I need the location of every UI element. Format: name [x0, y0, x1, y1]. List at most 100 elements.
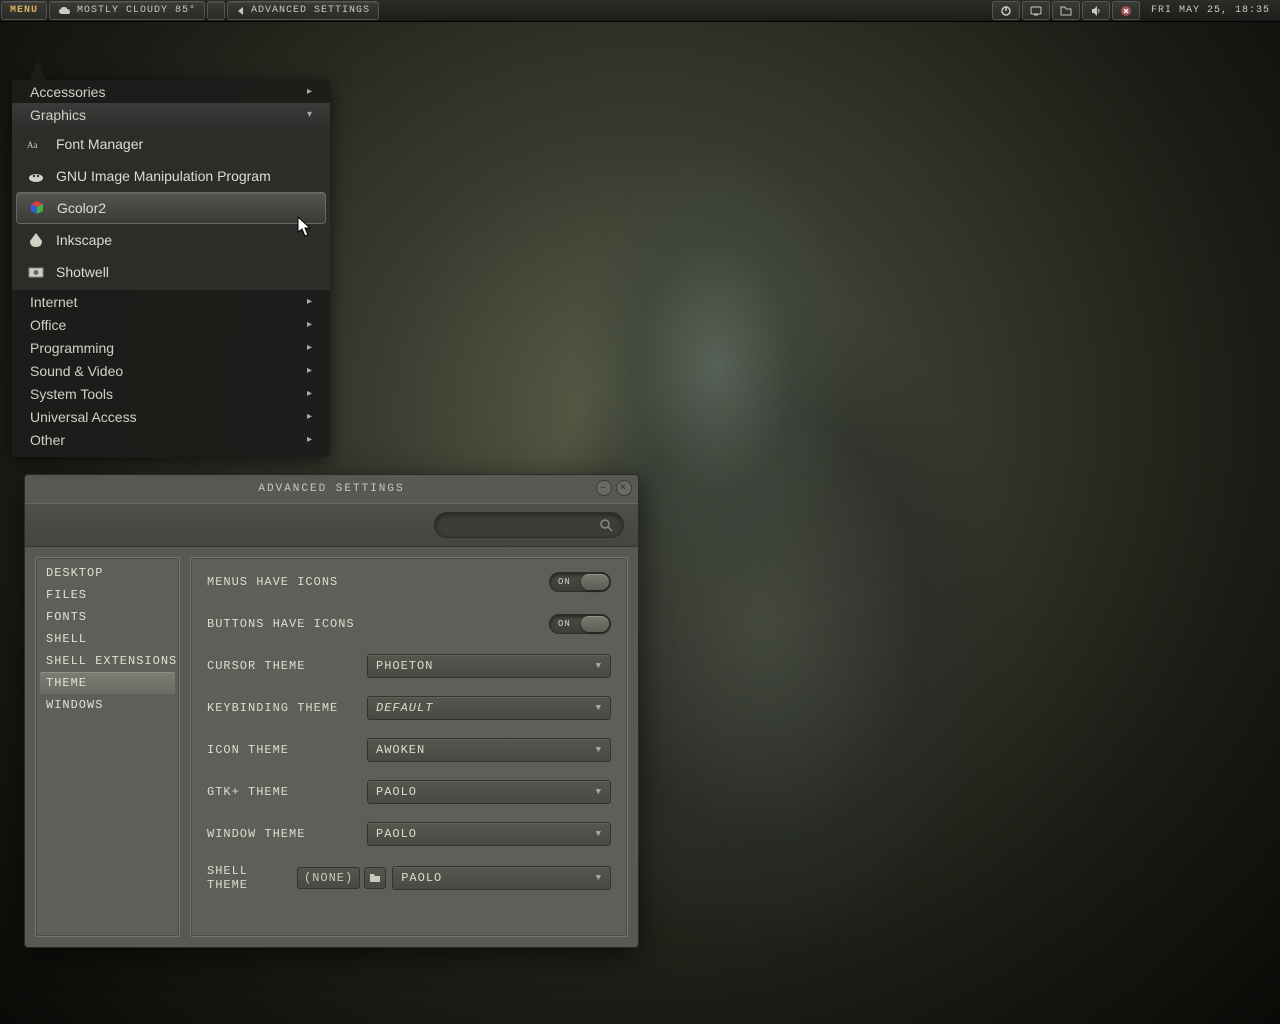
menu-category-label: Programming [30, 340, 114, 356]
back-icon [236, 6, 246, 16]
window-toolbar [25, 503, 638, 547]
toggle-menus-icons[interactable]: ON [549, 572, 611, 592]
sidebar-item-windows[interactable]: Windows [40, 694, 175, 716]
chevron-down-icon: ▼ [596, 745, 602, 755]
font-icon: Aa [26, 134, 46, 154]
taskbar-item-advanced-settings[interactable]: ADVANCED SETTINGS [227, 1, 379, 20]
top-panel: MENU MOSTLY CLOUDY 85° ADVANCED SETTINGS… [0, 0, 1280, 22]
menu-category-label: Internet [30, 294, 77, 310]
advanced-settings-window: ADVANCED SETTINGS – × Desktop Files Font… [24, 474, 639, 948]
combo-value: paolo [401, 871, 442, 885]
combo-value: Default [376, 701, 433, 715]
folder-icon [369, 873, 381, 883]
clock-text: FRI MAY 25, 18:35 [1151, 5, 1270, 16]
gimp-icon [26, 166, 46, 186]
menu-category-label: Universal Access [30, 409, 137, 425]
window-title: ADVANCED SETTINGS [258, 483, 404, 495]
setting-label: Icon theme [207, 743, 367, 757]
chevron-right-icon: ▸ [307, 365, 312, 376]
sidebar-item-shell[interactable]: Shell [40, 628, 175, 650]
menu-category-label: Accessories [30, 84, 105, 100]
sidebar-item-fonts[interactable]: Fonts [40, 606, 175, 628]
menu-button[interactable]: MENU [1, 1, 47, 20]
toggle-buttons-icons[interactable]: ON [549, 614, 611, 634]
chevron-down-icon: ▾ [307, 109, 312, 120]
menu-category-other[interactable]: Other ▸ [12, 428, 330, 451]
app-shotwell[interactable]: Shotwell [12, 256, 330, 288]
combo-gtk-theme[interactable]: paolo ▼ [367, 780, 611, 804]
menu-category-graphics[interactable]: Graphics ▾ [12, 103, 330, 126]
menu-category-label: Office [30, 317, 66, 333]
combo-icon-theme[interactable]: awoken ▼ [367, 738, 611, 762]
sidebar-item-files[interactable]: Files [40, 584, 175, 606]
app-label: Font Manager [56, 136, 143, 152]
toggle-knob [581, 574, 609, 590]
files-tray-icon[interactable] [1052, 1, 1080, 20]
combo-keybinding-theme[interactable]: Default ▼ [367, 696, 611, 720]
application-menu: Accessories ▸ Graphics ▾ Aa Font Manager… [12, 80, 330, 457]
menu-label: MENU [10, 5, 38, 16]
taskbar-separator [207, 1, 225, 20]
taskbar-item-label: ADVANCED SETTINGS [251, 5, 370, 16]
sidebar-item-shell-extensions[interactable]: Shell Extensions [40, 650, 175, 672]
chevron-right-icon: ▸ [307, 319, 312, 330]
toggle-knob [581, 616, 609, 632]
cube-icon [27, 198, 47, 218]
menu-category-universal-access[interactable]: Universal Access ▸ [12, 405, 330, 428]
app-inkscape[interactable]: Inkscape [12, 224, 330, 256]
none-label: (None) [304, 871, 353, 885]
app-gimp[interactable]: GNU Image Manipulation Program [12, 160, 330, 192]
menu-category-label: Sound & Video [30, 363, 123, 379]
app-label: Gcolor2 [57, 200, 106, 216]
setting-label: Keybinding theme [207, 701, 367, 715]
chevron-right-icon: ▸ [307, 434, 312, 445]
combo-cursor-theme[interactable]: phoeton ▼ [367, 654, 611, 678]
app-gcolor2[interactable]: Gcolor2 [16, 192, 326, 224]
menu-category-sound-video[interactable]: Sound & Video ▸ [12, 359, 330, 382]
shell-theme-browse-button[interactable] [364, 867, 386, 889]
menu-category-internet[interactable]: Internet ▸ [12, 290, 330, 313]
menu-category-label: Other [30, 432, 65, 448]
shell-theme-none-button[interactable]: (None) [297, 867, 360, 889]
combo-value: paolo [376, 785, 417, 799]
combo-shell-theme[interactable]: paolo ▼ [392, 866, 611, 890]
app-label: GNU Image Manipulation Program [56, 168, 271, 184]
panel-clock[interactable]: FRI MAY 25, 18:35 [1141, 0, 1280, 21]
setting-label: Shell theme [207, 864, 297, 892]
row-buttons-icons: Buttons have icons ON [207, 612, 611, 636]
window-titlebar[interactable]: ADVANCED SETTINGS – × [25, 475, 638, 503]
mouse-cursor [297, 216, 315, 240]
settings-sidebar: Desktop Files Fonts Shell Shell Extensio… [35, 557, 180, 937]
search-icon [600, 519, 613, 532]
close-tray-icon[interactable] [1112, 1, 1140, 20]
app-font-manager[interactable]: Aa Font Manager [12, 128, 330, 160]
combo-value: paolo [376, 827, 417, 841]
row-menus-icons: Menus have icons ON [207, 570, 611, 594]
power-tray-icon[interactable] [992, 1, 1020, 20]
volume-tray-icon[interactable] [1082, 1, 1110, 20]
app-label: Inkscape [56, 232, 112, 248]
chevron-down-icon: ▼ [596, 829, 602, 839]
menu-category-office[interactable]: Office ▸ [12, 313, 330, 336]
search-input[interactable] [434, 512, 624, 538]
window-minimize-button[interactable]: – [596, 480, 612, 496]
sidebar-item-desktop[interactable]: Desktop [40, 562, 175, 584]
menu-category-system-tools[interactable]: System Tools ▸ [12, 382, 330, 405]
chevron-down-icon: ▼ [596, 787, 602, 797]
menu-category-programming[interactable]: Programming ▸ [12, 336, 330, 359]
chevron-down-icon: ▼ [596, 873, 602, 883]
chevron-right-icon: ▸ [307, 388, 312, 399]
combo-window-theme[interactable]: paolo ▼ [367, 822, 611, 846]
row-gtk-theme: GTK+ theme paolo ▼ [207, 780, 611, 804]
row-icon-theme: Icon theme awoken ▼ [207, 738, 611, 762]
row-keybinding-theme: Keybinding theme Default ▼ [207, 696, 611, 720]
sidebar-item-theme[interactable]: Theme [40, 672, 175, 694]
inkscape-icon [26, 230, 46, 250]
menu-category-accessories[interactable]: Accessories ▸ [12, 80, 330, 103]
weather-applet[interactable]: MOSTLY CLOUDY 85° [49, 1, 205, 20]
setting-label: Menus have icons [207, 575, 367, 589]
display-tray-icon[interactable] [1022, 1, 1050, 20]
setting-label: GTK+ theme [207, 785, 367, 799]
window-close-button[interactable]: × [616, 480, 632, 496]
cloud-icon [58, 6, 72, 16]
